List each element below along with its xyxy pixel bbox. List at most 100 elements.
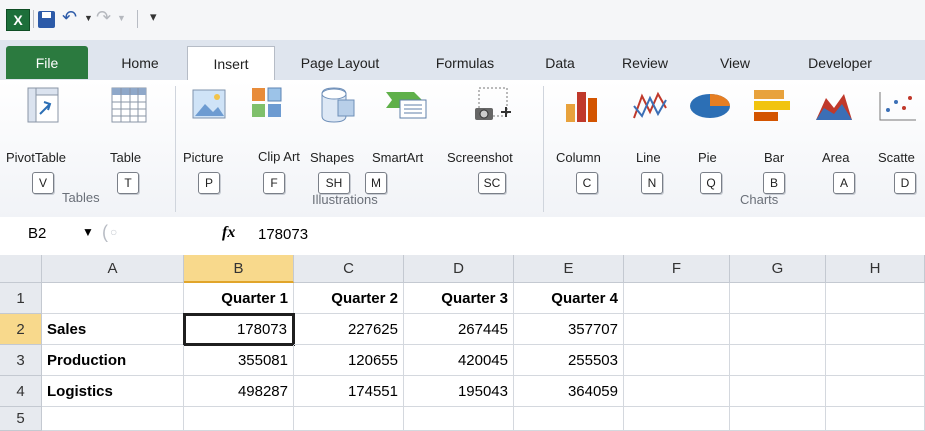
row-header-1[interactable]: 1 xyxy=(0,283,42,314)
cell-a3[interactable]: Production xyxy=(42,345,184,376)
cell-c4[interactable]: 174551 xyxy=(294,376,404,407)
column-header-f[interactable]: F xyxy=(624,255,730,283)
smartart-button[interactable]: SmartArt xyxy=(370,84,445,184)
undo-icon[interactable]: ↶ xyxy=(62,7,77,28)
customize-qat-icon[interactable]: ▾ xyxy=(150,9,157,25)
save-icon[interactable] xyxy=(38,11,55,28)
row-header-2[interactable]: 2 xyxy=(0,314,42,345)
tab-home[interactable]: Home xyxy=(100,48,180,78)
area-chart-button[interactable]: Area xyxy=(810,84,860,184)
name-box[interactable]: B2 ▼ ( ○ xyxy=(10,222,136,248)
group-divider xyxy=(543,86,544,212)
cell-h2[interactable] xyxy=(826,314,925,345)
redo-icon[interactable]: ↷ xyxy=(96,7,111,28)
column-header-g[interactable]: G xyxy=(730,255,826,283)
line-chart-button[interactable]: Line xyxy=(628,84,674,184)
column-header-e[interactable]: E xyxy=(514,255,624,283)
row-header-3[interactable]: 3 xyxy=(0,345,42,376)
tab-formulas[interactable]: Formulas xyxy=(415,48,515,78)
cell-f5[interactable] xyxy=(624,407,730,431)
row-header-4[interactable]: 4 xyxy=(0,376,42,407)
name-box-dropdown-icon[interactable]: ▼ xyxy=(82,225,94,239)
cell-d1[interactable]: Quarter 3 xyxy=(404,283,514,314)
cell-a1[interactable] xyxy=(42,283,184,314)
cell-c5[interactable] xyxy=(294,407,404,431)
tab-review[interactable]: Review xyxy=(605,48,685,78)
picture-button[interactable]: Picture xyxy=(183,84,238,184)
cell-b4[interactable]: 498287 xyxy=(184,376,294,407)
cell-f1[interactable] xyxy=(624,283,730,314)
scatter-chart-icon xyxy=(879,92,916,121)
cell-b1[interactable]: Quarter 1 xyxy=(184,283,294,314)
cell-d5[interactable] xyxy=(404,407,514,431)
tab-developer[interactable]: Developer xyxy=(785,48,895,78)
cell-g5[interactable] xyxy=(730,407,826,431)
cell-d4[interactable]: 195043 xyxy=(404,376,514,407)
cell-c3[interactable]: 120655 xyxy=(294,345,404,376)
cell-e3[interactable]: 255503 xyxy=(514,345,624,376)
undo-dropdown-icon[interactable]: ▼ xyxy=(84,13,93,23)
cell-b2[interactable]: 178073 xyxy=(183,313,295,346)
pivottable-button[interactable]: PivotTable xyxy=(6,84,86,184)
bar-chart-button[interactable]: Bar xyxy=(748,84,798,184)
shapes-icon xyxy=(321,87,355,123)
line-label: Line xyxy=(636,150,661,165)
cell-g3[interactable] xyxy=(730,345,826,376)
cell-f2[interactable] xyxy=(624,314,730,345)
cell-a5[interactable] xyxy=(42,407,184,431)
tab-insert[interactable]: Insert xyxy=(187,46,275,81)
cell-a4[interactable]: Logistics xyxy=(42,376,184,407)
cell-h4[interactable] xyxy=(826,376,925,407)
cell-b5[interactable] xyxy=(184,407,294,431)
cell-c1[interactable]: Quarter 2 xyxy=(294,283,404,314)
select-all-corner[interactable] xyxy=(0,255,42,283)
cell-f3[interactable] xyxy=(624,345,730,376)
cell-e4[interactable]: 364059 xyxy=(514,376,624,407)
redo-dropdown-icon[interactable]: ▼ xyxy=(117,13,126,23)
group-label-charts: Charts xyxy=(740,192,779,207)
cell-h3[interactable] xyxy=(826,345,925,376)
screenshot-label: Screenshot xyxy=(447,150,513,165)
column-chart-button[interactable]: Column xyxy=(550,84,618,184)
area-chart-icon xyxy=(816,94,852,120)
column-header-c[interactable]: C xyxy=(294,255,404,283)
formula-bar-resize-handle[interactable]: ( xyxy=(102,222,108,243)
cell-f4[interactable] xyxy=(624,376,730,407)
cell-e2[interactable]: 357707 xyxy=(514,314,624,345)
cell-d2[interactable]: 267445 xyxy=(404,314,514,345)
screenshot-button[interactable]: Screenshot xyxy=(445,84,535,184)
column-header-a[interactable]: A xyxy=(42,255,184,283)
column-header-b[interactable]: B xyxy=(184,255,294,283)
tab-page-layout[interactable]: Page Layout xyxy=(280,48,400,78)
scatter-chart-button[interactable]: Scatte xyxy=(872,84,925,184)
table-button[interactable]: Table xyxy=(108,84,158,184)
cell-g2[interactable] xyxy=(730,314,826,345)
clipart-button[interactable]: Clip Art xyxy=(250,84,300,184)
formula-input[interactable]: 178073 xyxy=(258,226,308,243)
pie-chart-button[interactable]: Pie xyxy=(686,84,736,184)
cell-g1[interactable] xyxy=(730,283,826,314)
shapes-button[interactable]: Shapes xyxy=(306,84,366,184)
keytip-pivottable: V xyxy=(32,172,54,194)
insert-function-icon[interactable]: fx xyxy=(222,224,235,242)
column-header-d[interactable]: D xyxy=(404,255,514,283)
cell-a2[interactable]: Sales xyxy=(42,314,184,345)
cell-h5[interactable] xyxy=(826,407,925,431)
cell-g4[interactable] xyxy=(730,376,826,407)
keytip-screenshot: SC xyxy=(478,172,506,194)
tab-data[interactable]: Data xyxy=(530,48,590,78)
cell-c2[interactable]: 227625 xyxy=(294,314,404,345)
cell-b3[interactable]: 355081 xyxy=(184,345,294,376)
keytip-picture: P xyxy=(198,172,220,194)
picture-icon xyxy=(192,89,226,119)
excel-app-icon[interactable]: X xyxy=(6,9,30,31)
row-header-5[interactable]: 5 xyxy=(0,407,42,431)
cell-e1[interactable]: Quarter 4 xyxy=(514,283,624,314)
cell-e5[interactable] xyxy=(514,407,624,431)
cell-d3[interactable]: 420045 xyxy=(404,345,514,376)
keytip-clipart: F xyxy=(263,172,285,194)
cell-h1[interactable] xyxy=(826,283,925,314)
tab-file[interactable]: File xyxy=(6,46,88,79)
tab-view[interactable]: View xyxy=(705,48,765,78)
column-header-h[interactable]: H xyxy=(826,255,925,283)
